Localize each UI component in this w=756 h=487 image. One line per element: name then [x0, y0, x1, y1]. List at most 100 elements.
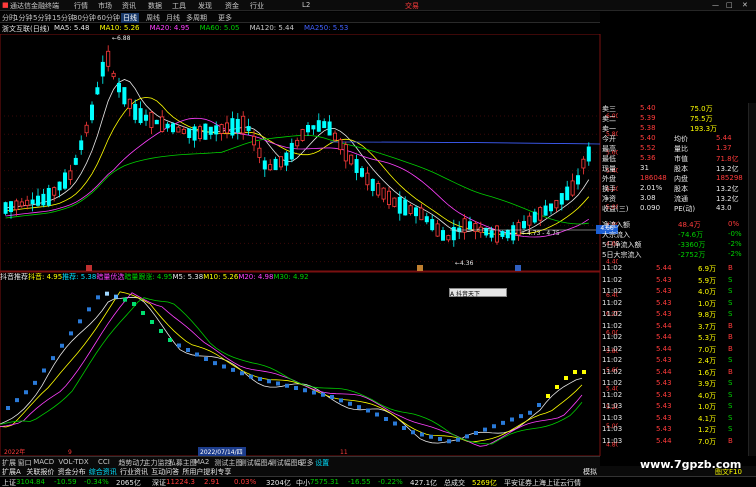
period-tab-3[interactable]: 15分钟 [52, 13, 75, 23]
tick-row: 11:02 5.43 4.0万 S [600, 390, 756, 401]
signal-square [141, 311, 145, 315]
candle-body [3, 202, 8, 214]
indicator-tab-3[interactable]: VOL-TDX [58, 458, 88, 466]
signal-square [6, 406, 10, 410]
period-tab-8[interactable]: 月线 [166, 13, 180, 23]
indicator-tab-8[interactable]: MA2 [194, 458, 209, 466]
signal-square [267, 379, 271, 384]
signal-square [366, 408, 370, 413]
indicator-tab-2[interactable]: MACD [33, 458, 54, 466]
candle-body [284, 152, 289, 166]
tick-time: 11:02 [602, 333, 623, 341]
period-tab-7[interactable]: 周线 [146, 13, 160, 23]
candle-body [214, 125, 219, 135]
app-title: 通达信金融终端 [10, 2, 59, 10]
signal-square [123, 297, 127, 302]
candle-body [424, 216, 429, 223]
period-tab-2[interactable]: 5分钟 [33, 13, 51, 23]
candle-body [408, 205, 413, 214]
tick-price: 5.43 [656, 390, 672, 399]
candle-body [413, 207, 418, 217]
signal-square [78, 319, 82, 324]
event-marker[interactable] [86, 265, 92, 271]
candle-body [19, 201, 24, 207]
candle-body [538, 207, 543, 221]
signal-square [402, 426, 406, 430]
signal-square [438, 437, 442, 441]
event-marker[interactable] [515, 265, 521, 271]
candle-body [354, 159, 359, 173]
signal-square [15, 398, 19, 403]
period-tab-5[interactable]: 60分钟 [97, 13, 120, 23]
tick-volume: 1.0万 [698, 403, 717, 411]
candle-body [451, 227, 456, 241]
signal-square [204, 357, 208, 361]
tick-price: 5.44 [656, 367, 672, 376]
menu-shuju[interactable]: 数据 [148, 1, 162, 11]
candle-body [430, 219, 435, 231]
signal-square [249, 374, 253, 379]
candle-body [268, 164, 273, 171]
candle-body [343, 144, 348, 162]
tick-time: 11:03 [602, 436, 623, 445]
tick-time: 11:02 [602, 310, 623, 318]
period-tab-9[interactable]: 多周期 [186, 13, 207, 23]
tick-time: 11:02 [602, 321, 623, 330]
menu-faxian[interactable]: 发现 [198, 1, 212, 11]
menu-hangqing[interactable]: 行情 [74, 1, 88, 11]
menu-l2[interactable]: L2 [302, 1, 310, 9]
menu-shichang[interactable]: 市场 [98, 1, 112, 11]
candle-body [52, 187, 57, 196]
quote-label: 收益(三) [602, 205, 629, 213]
indicator-tab-4[interactable]: CCI [98, 458, 110, 466]
index-name: 中小 [296, 479, 310, 487]
menu-zixun[interactable]: 资讯 [122, 1, 136, 11]
menu-gongju[interactable]: 工具 [172, 1, 186, 11]
candle-body [133, 103, 138, 120]
signal-square [555, 385, 559, 389]
total-turnover-value: 5269亿 [472, 479, 497, 487]
trade-button[interactable]: 交易 [405, 1, 419, 11]
quote-value: 5.52 [640, 144, 656, 152]
quote-value-2: 43.0 [716, 204, 732, 212]
index-percent: -0.34% [84, 478, 109, 486]
ma-legend-0: MA5: 5.48 [54, 24, 90, 32]
chart-canvas[interactable]: 6.005.805.605.405.205.004.804.604.406.40… [0, 34, 618, 456]
tick-price: 5.44 [656, 344, 672, 353]
signal-square [357, 405, 361, 410]
tick-time: 11:02 [602, 367, 623, 376]
menu-zijin[interactable]: 资金 [225, 1, 239, 11]
signal-square [528, 410, 532, 415]
candle-body [63, 172, 68, 189]
period-tab-10[interactable]: 更多 [218, 13, 232, 23]
candle-body [565, 186, 570, 201]
maximize-icon[interactable]: □ [726, 1, 733, 9]
tick-side: S [728, 287, 733, 295]
menu-hangye[interactable]: 行业 [250, 1, 264, 11]
candle-body [576, 175, 581, 185]
tick-price: 5.44 [656, 333, 672, 341]
signal-square [420, 432, 424, 437]
signal-square [87, 307, 91, 312]
quote-scrollbar[interactable] [748, 103, 756, 456]
signal-square [546, 394, 550, 398]
candle-body [403, 199, 408, 216]
close-icon[interactable]: ✕ [742, 1, 748, 9]
candle-body [397, 196, 402, 214]
index-amount: 427.1亿 [410, 479, 438, 487]
indicator-legend-2: 推荐: 5.38 [62, 273, 97, 281]
minimize-icon[interactable]: — [712, 1, 719, 9]
indicator-tooltip[interactable]: A 抖音天下 [449, 288, 507, 298]
tick-row: 11:03 5.43 1.2万 S [600, 424, 756, 435]
candle-body [440, 230, 445, 241]
candle-body [386, 190, 391, 206]
period-tab-4[interactable]: 30分钟 [73, 13, 96, 23]
candle-body [370, 178, 375, 191]
period-tab-6[interactable]: 日线 [121, 13, 139, 23]
candle-body [494, 225, 499, 243]
period-tab-1[interactable]: 1分钟 [14, 13, 32, 23]
period-bar: 分时 1分钟 5分钟 15分钟 30分钟 60分钟 日线 周线 月线 多周期 更多 [0, 12, 600, 23]
tick-row: 11:03 5.44 7.0万 B [600, 436, 756, 447]
event-marker[interactable] [417, 265, 423, 271]
tick-time: 11:02 [602, 275, 623, 284]
